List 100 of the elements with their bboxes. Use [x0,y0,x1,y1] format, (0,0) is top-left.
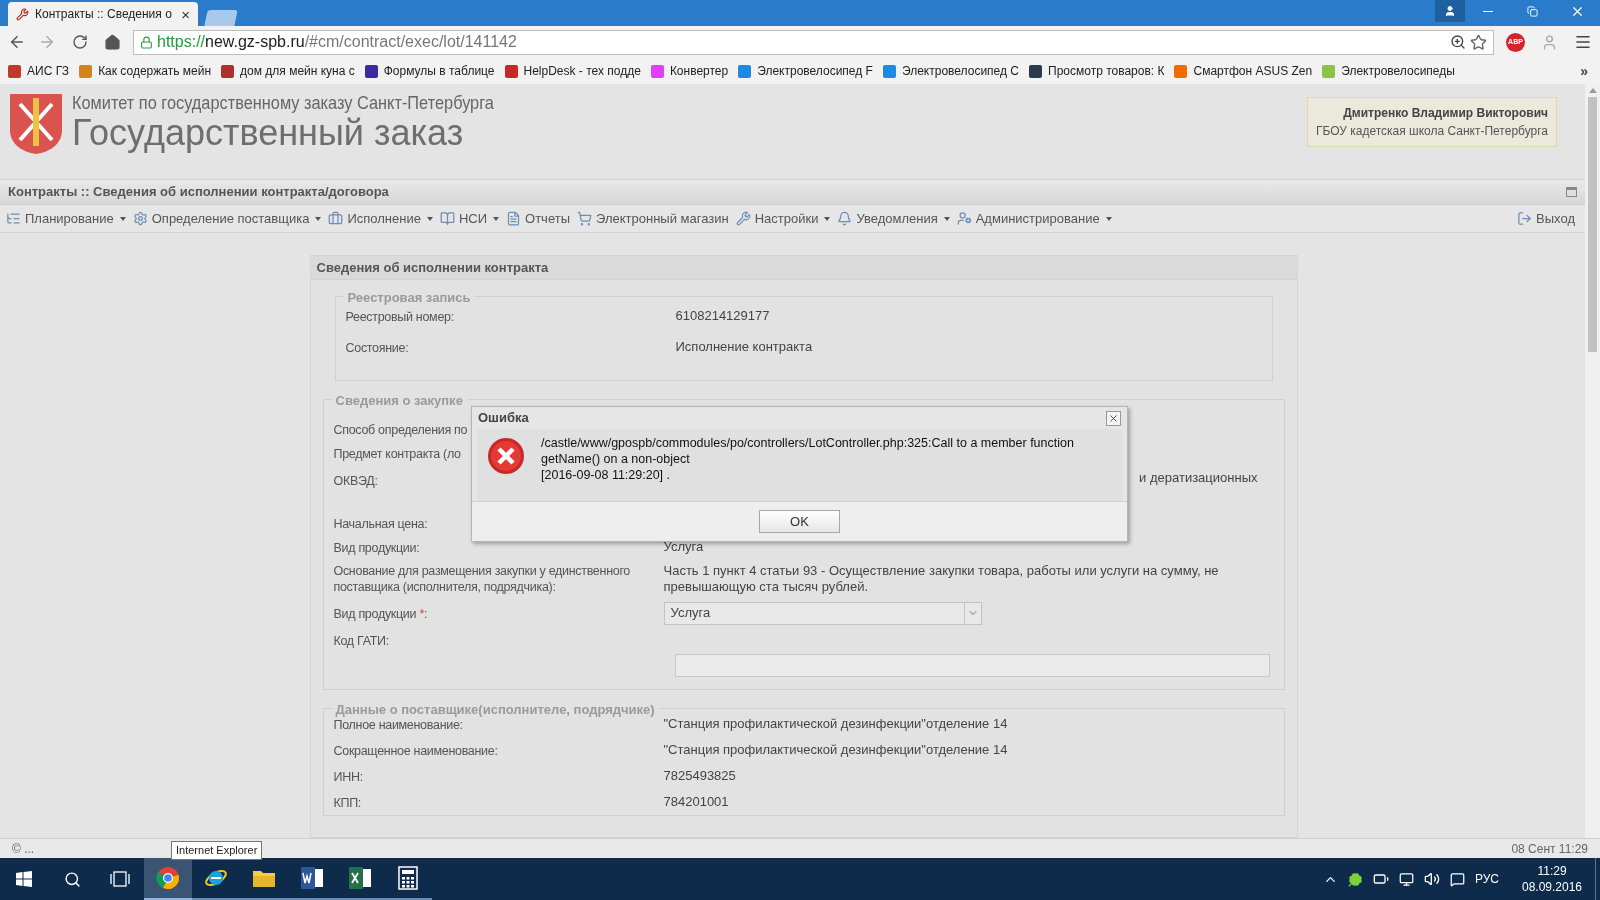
status-left: © ... [12,840,35,858]
cart-icon [577,211,592,226]
caret-icon [824,216,831,221]
field-label: Начальная цена: [333,516,428,532]
favicon-icon [738,64,752,78]
field-label: ОКВЭД: [333,473,378,489]
select-field[interactable]: Услуга [663,601,982,625]
ok-button[interactable]: OK [759,510,840,533]
folder-icon [252,868,276,888]
new-tab-button[interactable] [204,10,238,26]
battery-icon[interactable] [1372,871,1389,887]
exit-button[interactable]: Выход [1517,208,1579,229]
profile-button[interactable] [1435,0,1465,22]
back-icon[interactable] [8,33,26,51]
scrollbar[interactable] [1585,84,1600,838]
page-title: Контракты :: Сведения об исполнении контракта/договора [8,183,389,202]
menu-item[interactable]: Электронный магазин [577,208,729,229]
restore-icon [1527,5,1538,17]
more-bookmarks-button[interactable]: » [1580,60,1588,82]
bookmark-item[interactable]: АИС ГЗ [8,62,70,80]
wrench-icon [735,211,751,226]
bookmark-item[interactable]: Просмотр товаров: К [1029,62,1165,80]
input-field[interactable] [674,654,1270,677]
clover-icon[interactable] [1347,871,1363,887]
user-icon [1444,5,1456,17]
menu-item[interactable]: Уведомления [837,208,950,229]
list-icon [6,211,21,226]
lock-icon [140,35,153,49]
network-icon[interactable] [1398,871,1414,887]
favicon-icon [8,64,21,78]
tool-icon [16,7,29,21]
address-bar[interactable]: https://new.gz-spb.ru/#cm/contract/exec/lot/141142 [133,29,1494,55]
bell-icon [837,211,853,226]
home-icon[interactable] [104,33,121,51]
field-value: и дератизационных [1139,469,1258,487]
caret-icon [493,216,500,221]
menu-item[interactable]: Определение поставщика [132,208,322,229]
field-label: Способ определения по [333,422,468,438]
minimize-icon [1482,10,1493,12]
bookmark-item[interactable]: HelpDesk - тех подде [504,62,641,80]
menu-item[interactable]: Планирование [6,208,126,229]
menu-item[interactable]: Администрирование [956,208,1112,229]
status-datetime: 08 Сент 11:29 [1511,840,1588,858]
close-dialog-button[interactable] [1106,410,1121,426]
field-value: Исполнение контракта [675,339,813,355]
favicon-icon [1322,64,1336,78]
calculator-icon [398,866,418,890]
reload-icon[interactable] [72,34,88,50]
caret-icon [1105,216,1112,221]
bookmark-item[interactable]: Электровелосипед F [738,62,873,80]
search-icon [63,870,81,888]
field-value: "Станция профилактической дезинфекции"отделение 14 [663,742,1008,758]
bookmark-item[interactable]: Электровелосипед C [882,62,1019,80]
collapse-button[interactable] [1566,187,1577,197]
menu-icon[interactable] [1574,33,1592,51]
notification-icon[interactable] [1449,871,1465,887]
close-tab-button[interactable]: × [181,6,190,22]
field-label: Реестровый номер: [345,309,454,325]
panel-title: Сведения об исполнении контракта [316,258,549,277]
field-label: Сокращенное наименование: [333,743,498,759]
favicon-icon [1174,64,1188,78]
error-message: /castle/www/gpospb/commodules/po/controllers/LotController.php:325:Call to a member function [541,435,1074,451]
menu-item[interactable]: Отчеты [506,208,570,229]
bookmark-star-icon[interactable] [1470,33,1487,51]
field-label: Вид продукции *: [333,606,428,622]
error-message: [2016-09-08 11:29:20] . [541,467,672,483]
dialog-title: Ошибка [478,409,529,428]
tooltip: Internet Explorer [171,841,263,860]
browser-tab[interactable]: Контракты :: Сведения о × [8,2,198,26]
bookmark-item[interactable]: Как содержать мейн [79,62,212,80]
site-title: Государственный заказ [72,114,464,152]
bookmark-item[interactable]: Смартфон ASUS Zen [1174,62,1313,80]
field-label: КПП: [333,795,362,811]
field-value: 784201001 [663,794,729,810]
menu-item[interactable]: Исполнение [328,208,433,229]
windows-icon [16,871,32,887]
volume-icon[interactable] [1423,871,1440,887]
zoom-icon[interactable] [1450,34,1466,50]
menu-item[interactable]: Настройки [735,208,831,229]
bookmark-item[interactable]: Электровелосипеды [1322,62,1455,80]
bookmark-item[interactable]: Конвертер [650,62,729,80]
error-message: getName() on a non-object [541,451,691,467]
menu-item[interactable]: НСИ [439,208,500,229]
favicon-icon [79,64,93,78]
clock[interactable]: 11:29 08.09.2016 [1517,863,1587,895]
caret-icon [943,216,950,221]
url-text: https://new.gz-spb.ru/#cm/contract/exec/lot/141142 [157,32,518,52]
field-label: Вид продукции: [333,540,420,556]
favicon-icon [882,64,896,78]
organization-name: Комитет по государственному заказу Санкт-Петербурга [72,92,494,114]
language-indicator[interactable]: РУС [1474,870,1499,888]
field-value: Часть 1 пункт 4 статьи 93 - Осуществление закупки товара, работы или услуги на сумму, не превышающую ста тысяч рублей. [663,563,1220,595]
chrome-icon [156,866,180,890]
favicon-icon [221,64,235,78]
field-value: 6108214129177 [675,308,770,324]
bookmark-item[interactable]: дом для мейн куна с [221,62,355,80]
error-icon [487,437,525,475]
field-label: ИНН: [333,769,363,785]
favicon-icon [364,64,378,78]
bookmark-item[interactable]: Формулы в таблице [364,62,495,80]
